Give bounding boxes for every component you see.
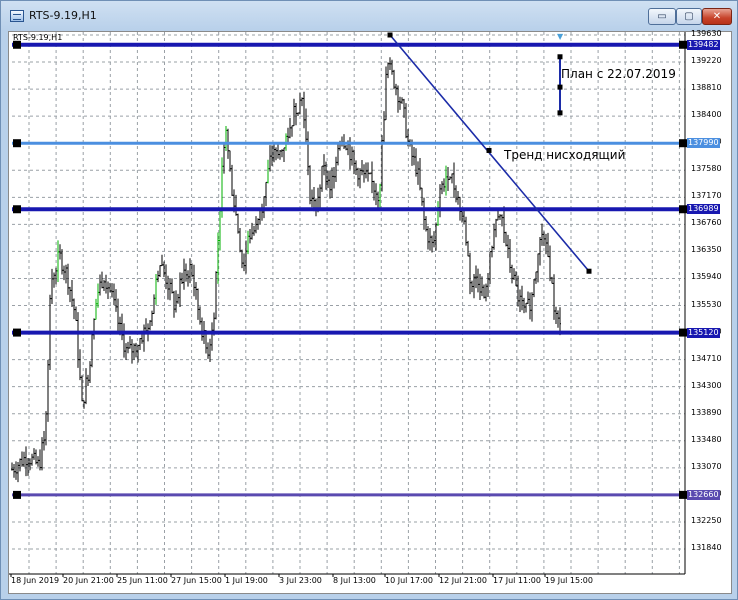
- trend-handle: [486, 147, 492, 153]
- level-price-tag: 132660: [687, 489, 720, 500]
- level-price-tag: 137990: [687, 138, 720, 149]
- plan-annotation[interactable]: План с 22.07.2019: [561, 67, 676, 81]
- trend-annotation[interactable]: Тренд нисходящий: [504, 148, 625, 162]
- price-tick-label: 133480: [691, 434, 722, 444]
- time-tick-label: 10 Jul 17:00: [385, 576, 433, 585]
- level-handle: [679, 328, 687, 337]
- price-tick-label: 138810: [691, 83, 722, 93]
- price-tick-label: 137580: [691, 164, 722, 174]
- time-tick-label: 12 Jul 21:00: [439, 576, 487, 585]
- level-price-tag: 135120: [687, 327, 720, 338]
- trend-handle: [586, 268, 592, 274]
- time-tick-label: 8 Jul 13:00: [333, 576, 376, 585]
- price-tick-label: 134300: [691, 380, 722, 390]
- price-tick-label: 135530: [691, 299, 722, 309]
- time-tick-label: 1 Jul 19:00: [225, 576, 268, 585]
- price-tick-label: 133890: [691, 407, 722, 417]
- trend-handle: [387, 32, 393, 38]
- price-tick-label: 137170: [691, 191, 722, 201]
- level-handle: [13, 139, 21, 148]
- time-tick-label: 17 Jul 11:00: [493, 576, 541, 585]
- price-tick-label: 132250: [691, 515, 722, 525]
- price-tick-label: 133070: [691, 461, 722, 471]
- title-bar[interactable]: RTS-9.19,H1 ▭ ▢ ✕: [1, 1, 737, 31]
- price-tick-label: 139220: [691, 56, 722, 66]
- level-handle: [13, 205, 21, 214]
- time-tick-label: 19 Jul 15:00: [545, 576, 593, 585]
- time-tick-label: 25 Jun 11:00: [117, 576, 168, 585]
- time-tick-label: 20 Jun 21:00: [63, 576, 114, 585]
- level-handle: [679, 490, 687, 499]
- price-tick-label: 135940: [691, 272, 722, 282]
- time-tick-label: 27 Jun 15:00: [171, 576, 222, 585]
- chart-shift-marker[interactable]: ▼: [557, 32, 563, 41]
- price-tick-label: 138400: [691, 110, 722, 120]
- plan-handle: [557, 110, 563, 116]
- level-price-tag: 139482: [687, 39, 720, 50]
- price-tick-label: 139630: [691, 29, 722, 38]
- level-price-tag: 136989: [687, 204, 720, 215]
- time-tick-label: 3 Jul 23:00: [279, 576, 322, 585]
- level-handle: [679, 40, 687, 49]
- level-handle: [679, 205, 687, 214]
- chart-symbol-label: RTS-9.19,H1: [13, 33, 63, 42]
- window-title: RTS-9.19,H1: [29, 9, 97, 22]
- chart-canvas[interactable]: [9, 32, 731, 593]
- terminal-window: RTS-9.19,H1 ▭ ▢ ✕ RTS-9.19,H1 ▼ План с 2…: [0, 0, 738, 600]
- plan-handle: [557, 54, 563, 60]
- price-chart[interactable]: RTS-9.19,H1 ▼ План с 22.07.2019 Тренд ни…: [8, 29, 732, 594]
- chart-window-icon: [10, 10, 24, 22]
- level-handle: [679, 139, 687, 148]
- level-handle: [13, 328, 21, 337]
- maximize-button[interactable]: ▢: [676, 8, 702, 25]
- price-tick-label: 131840: [691, 543, 722, 552]
- price-tick-label: 136350: [691, 245, 722, 255]
- plan-handle: [557, 84, 563, 90]
- price-tick-label: 134710: [691, 353, 722, 363]
- level-handle: [13, 490, 21, 499]
- price-tick-label: 136760: [691, 218, 722, 228]
- minimize-button[interactable]: ▭: [648, 8, 676, 25]
- time-tick-label: 18 Jun 2019: [11, 576, 60, 585]
- close-button[interactable]: ✕: [702, 8, 732, 25]
